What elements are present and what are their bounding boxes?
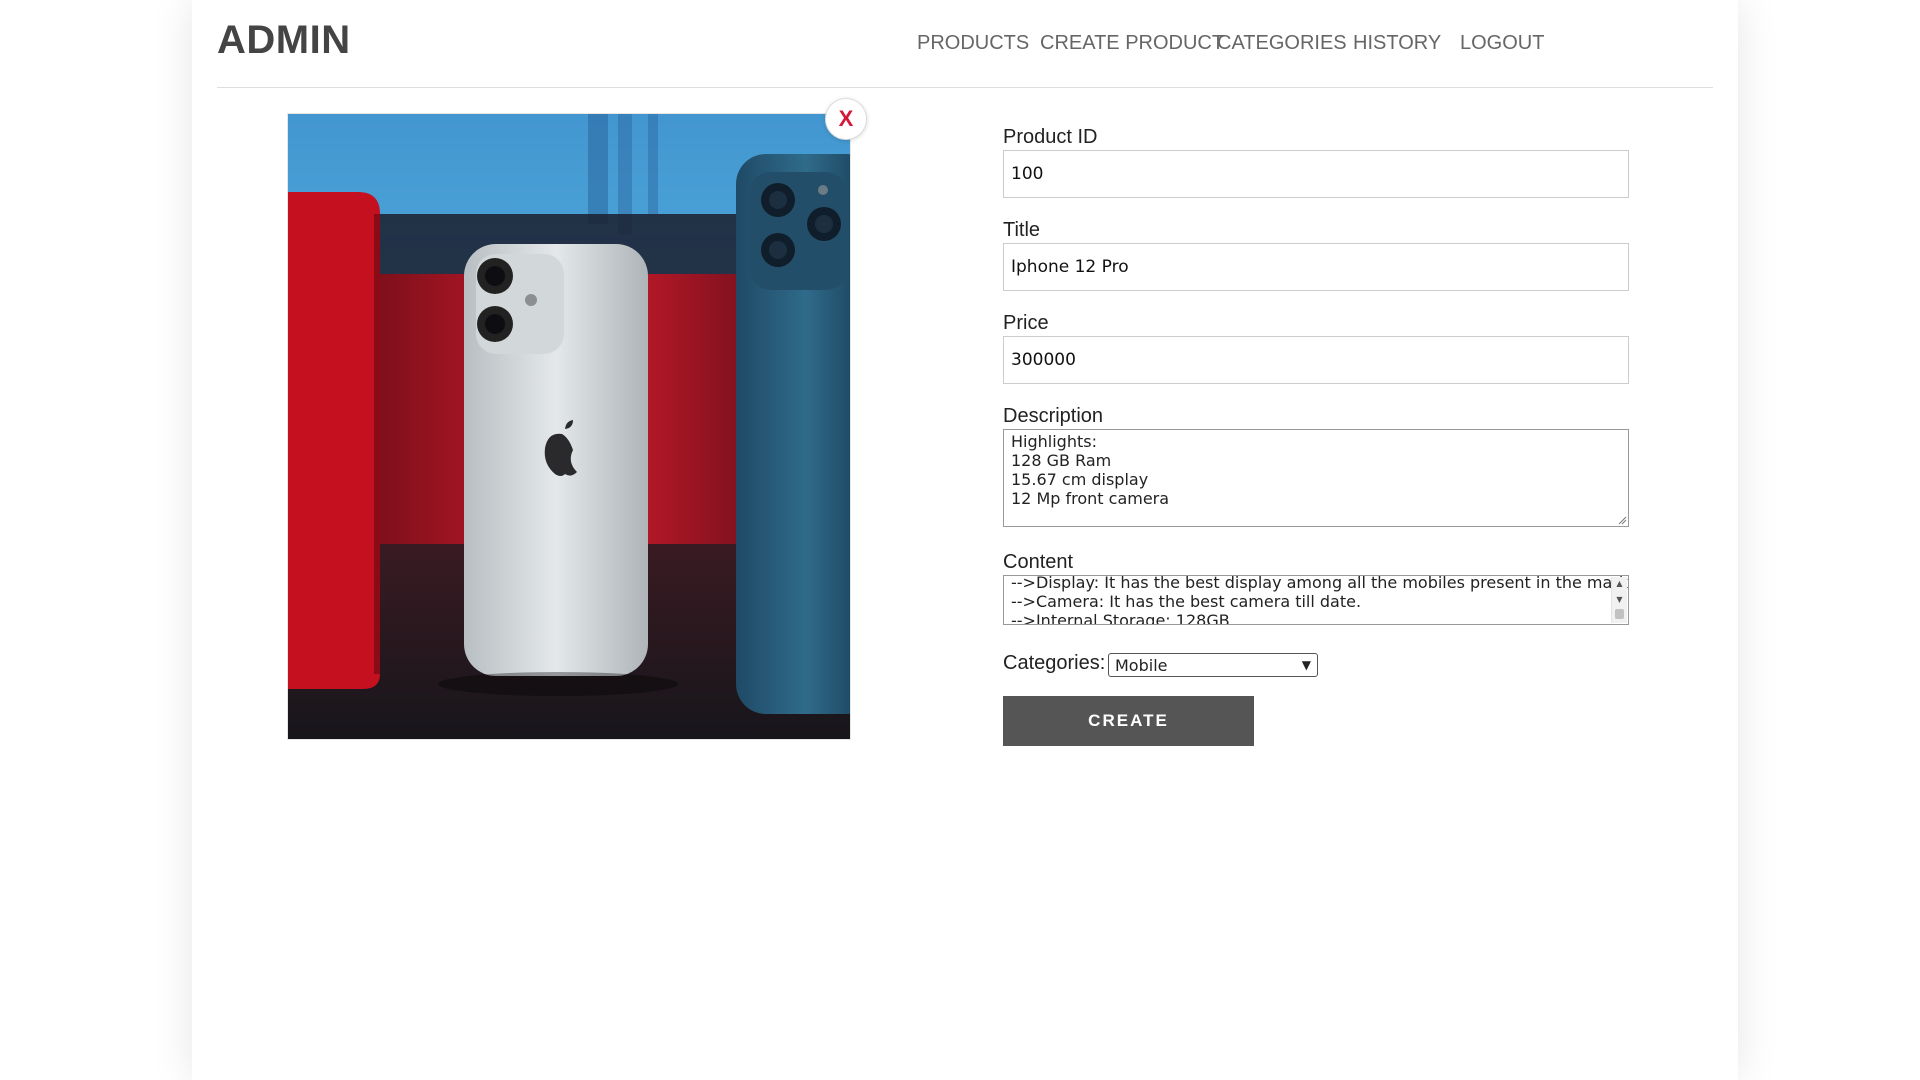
nav-create-product[interactable]: CREATE PRODUCT	[1040, 32, 1224, 55]
description-line: 15.67 cm display	[1011, 470, 1149, 489]
product-image-preview	[287, 113, 851, 740]
content-scrollbar[interactable]: ▲ ▼	[1611, 577, 1627, 623]
header: ADMIN PRODUCTS CREATE PRODUCT CATEGORIES…	[217, 0, 1713, 88]
remove-image-button[interactable]: X	[825, 98, 867, 140]
title-input[interactable]: Iphone 12 Pro	[1003, 243, 1629, 291]
content-line: -->Camera: It has the best camera till d…	[1011, 592, 1362, 611]
nav-logout[interactable]: LOGOUT	[1460, 32, 1544, 55]
brand-logo: ADMIN	[217, 18, 351, 62]
content-line: -->Display: It has the best display amon…	[1011, 575, 1629, 592]
title-label: Title	[1003, 219, 1041, 241]
content-textarea[interactable]: -->Display: It has the best display amon…	[1003, 575, 1629, 625]
nav-categories[interactable]: CATEGORIES	[1217, 32, 1347, 55]
description-label: Description	[1003, 405, 1104, 427]
price-label: Price	[1003, 312, 1049, 334]
chevron-down-icon: ▼	[1301, 658, 1311, 672]
content-label: Content	[1003, 551, 1074, 573]
resize-handle-icon[interactable]	[1617, 515, 1627, 525]
create-button[interactable]: CREATE	[1003, 696, 1254, 746]
price-input[interactable]: 300000	[1003, 336, 1629, 384]
description-line: 12 Mp front camera	[1011, 489, 1170, 508]
scroll-down-arrow-icon[interactable]: ▼	[1612, 593, 1627, 607]
page-container: ADMIN PRODUCTS CREATE PRODUCT CATEGORIES…	[192, 0, 1738, 1080]
scroll-thumb[interactable]	[1615, 609, 1624, 619]
description-line: 128 GB Ram	[1011, 451, 1112, 470]
nav-history[interactable]: HISTORY	[1353, 32, 1441, 55]
product-photo	[288, 114, 850, 739]
description-textarea[interactable]: Highlights: 128 GB Ram 15.67 cm display …	[1003, 429, 1629, 527]
categories-label: Categories:	[1003, 652, 1106, 674]
nav-products[interactable]: PRODUCTS	[917, 32, 1029, 55]
content-line: -->Internal Storage: 128GB	[1011, 611, 1230, 625]
description-line: Highlights:	[1011, 432, 1097, 451]
scroll-up-arrow-icon[interactable]: ▲	[1612, 577, 1627, 591]
product-id-label: Product ID	[1003, 126, 1098, 148]
categories-selected-value: Mobile	[1115, 655, 1168, 675]
categories-select[interactable]: Mobile ▼	[1108, 653, 1318, 677]
product-id-input[interactable]: 100	[1003, 150, 1629, 198]
